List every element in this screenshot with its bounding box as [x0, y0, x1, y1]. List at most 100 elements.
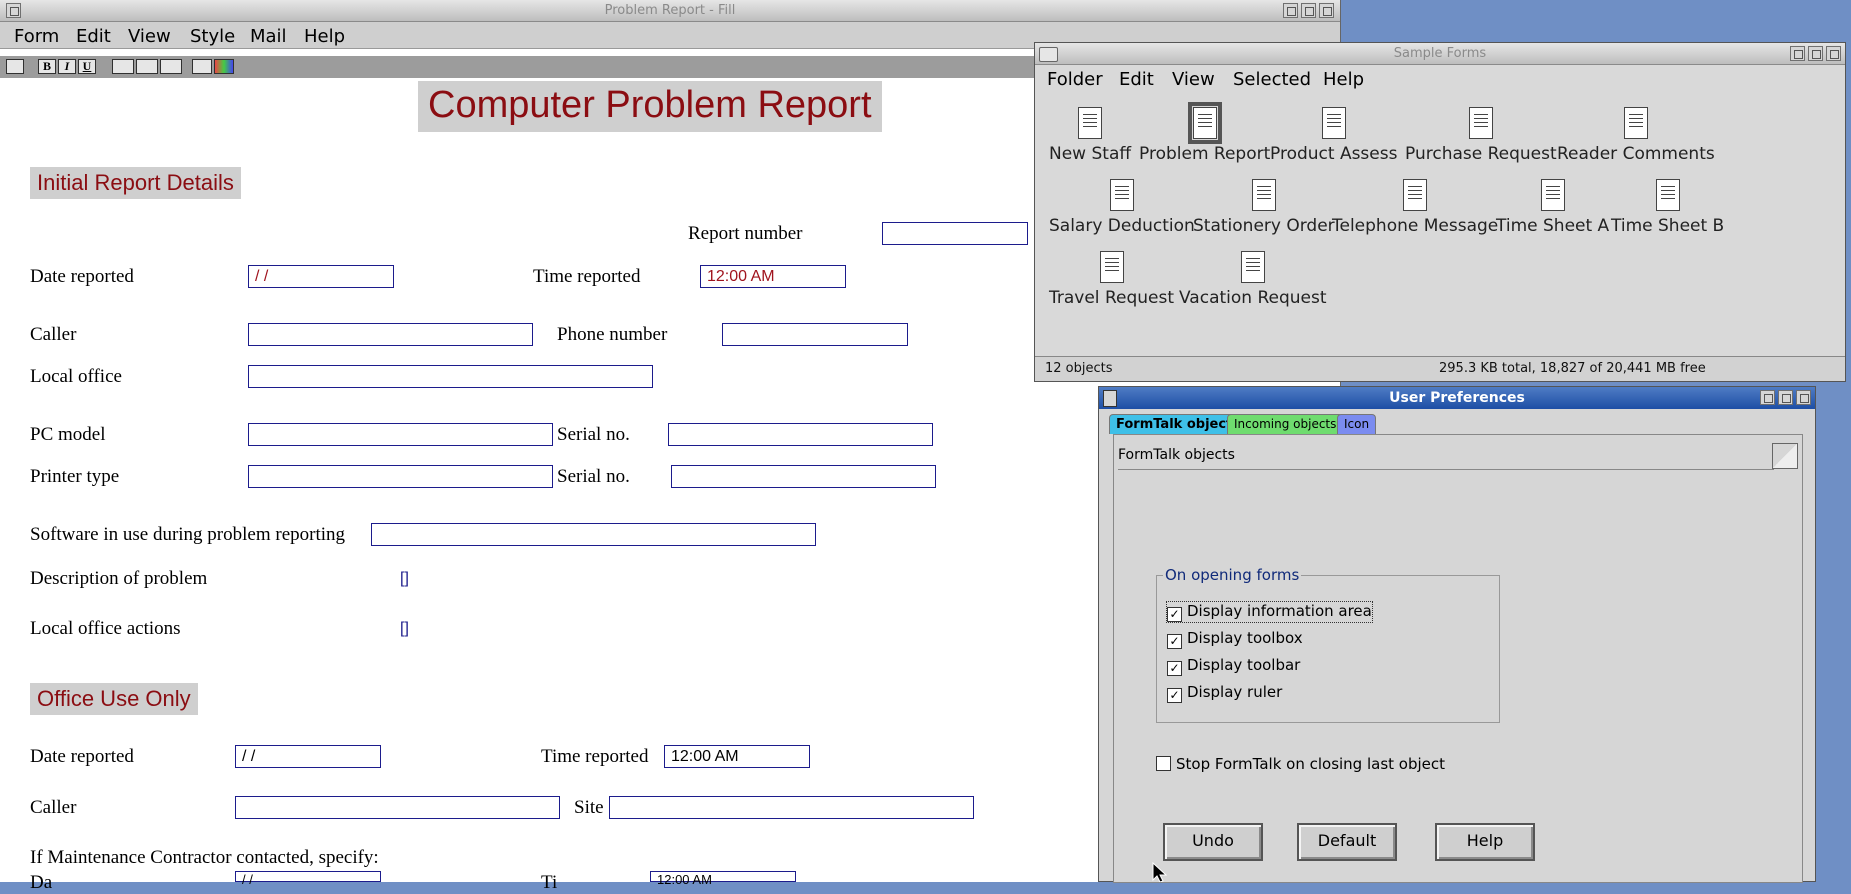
page-corner-icon[interactable]: [1772, 443, 1798, 469]
form-item-stationery-order[interactable]: Stationery Order: [1193, 179, 1335, 236]
form-heading: Computer Problem Report: [418, 81, 882, 132]
item-label: Reader Comments: [1557, 144, 1715, 164]
pc-model-field[interactable]: [248, 423, 553, 446]
prefs-maximize-icon[interactable]: [1796, 390, 1811, 405]
local-actions-memo[interactable]: []: [400, 620, 409, 638]
software-field[interactable]: [371, 523, 816, 546]
stop-formtalk-checkbox[interactable]: Stop FormTalk on closing last object: [1156, 755, 1445, 773]
menu-folder[interactable]: Folder: [1047, 69, 1103, 90]
form-item-salary-deduction[interactable]: Salary Deduction: [1049, 179, 1195, 236]
section-office-use: Office Use Only: [30, 683, 198, 715]
align-center-icon[interactable]: [136, 59, 158, 74]
software-label: Software in use during problem reporting: [30, 524, 346, 545]
font-icon[interactable]: [192, 59, 212, 74]
report-number-field[interactable]: [882, 222, 1028, 245]
minimize-icon[interactable]: [1283, 3, 1298, 18]
report-number-label: Report number: [688, 223, 803, 244]
tab-incoming-objects[interactable]: Incoming objects: [1227, 414, 1344, 434]
site-field[interactable]: [609, 796, 974, 819]
description-memo[interactable]: []: [400, 570, 409, 588]
checkbox-box: ✓: [1167, 688, 1182, 703]
local-office-field[interactable]: [248, 365, 653, 388]
form-item-new-staff[interactable]: New Staff: [1049, 107, 1131, 164]
menu-style[interactable]: Style: [190, 26, 235, 47]
samples-maximize-icon[interactable]: [1826, 46, 1841, 61]
document-icon: [1321, 107, 1346, 139]
samples-restore-icon[interactable]: [1808, 46, 1823, 61]
document-icon: [1403, 179, 1428, 211]
item-label: Vacation Request: [1179, 288, 1327, 308]
display-ruler-checkbox[interactable]: ✓ Display ruler: [1167, 683, 1282, 703]
form-window-titlebar[interactable]: Problem Report - Fill: [0, 0, 1340, 22]
samples-title: Sample Forms: [1393, 46, 1487, 61]
section-initial-report: Initial Report Details: [30, 167, 241, 199]
date-reported-field[interactable]: / /: [248, 265, 394, 288]
maximize-icon[interactable]: [1319, 3, 1334, 18]
display-info-area-checkbox[interactable]: ✓ Display information area: [1166, 601, 1373, 623]
italic-button[interactable]: I: [58, 59, 76, 74]
item-label: Time Sheet B: [1611, 216, 1725, 236]
form-item-purchase-request[interactable]: Purchase Request: [1405, 107, 1557, 164]
menu-selected[interactable]: Selected: [1233, 69, 1311, 90]
document-icon: [1187, 102, 1222, 144]
maint-date-field[interactable]: / /: [235, 871, 381, 887]
checkbox-label: Display ruler: [1187, 683, 1283, 701]
samples-menu-edit[interactable]: Edit: [1119, 69, 1154, 90]
form-item-vacation-request[interactable]: Vacation Request: [1179, 251, 1327, 308]
tab-icon[interactable]: Icon: [1337, 414, 1377, 434]
undo-button[interactable]: Undo: [1163, 823, 1263, 861]
item-label: Stationery Order: [1193, 216, 1335, 236]
printer-serial-label: Serial no.: [557, 466, 630, 487]
samples-menu-help[interactable]: Help: [1323, 69, 1364, 90]
align-right-icon[interactable]: [160, 59, 182, 74]
form-item-time-sheet-a[interactable]: Time Sheet A: [1496, 179, 1609, 236]
office-date-field[interactable]: / /: [235, 745, 381, 768]
align-left-icon[interactable]: [112, 59, 134, 74]
menu-view[interactable]: View: [128, 26, 171, 47]
checkbox-box: ✓: [1167, 634, 1182, 649]
maint-time-field[interactable]: 12:00 AM: [650, 871, 796, 887]
phone-number-field[interactable]: [722, 323, 908, 346]
menu-form[interactable]: Form: [14, 26, 59, 47]
bold-button[interactable]: B: [38, 59, 56, 74]
restore-icon[interactable]: [1301, 3, 1316, 18]
item-label: New Staff: [1049, 144, 1132, 164]
underline-button[interactable]: U: [78, 59, 96, 74]
time-reported-field[interactable]: 12:00 AM: [700, 265, 846, 288]
samples-titlebar[interactable]: Sample Forms: [1035, 43, 1845, 65]
form-item-problem-report[interactable]: Problem Report: [1139, 102, 1271, 164]
user-preferences-window: User Preferences FormTalk objects Incomi…: [1098, 386, 1816, 883]
document-icon: [1109, 179, 1134, 211]
help-button[interactable]: Help: [1435, 823, 1535, 861]
prefs-titlebar[interactable]: User Preferences: [1099, 387, 1815, 409]
form-item-telephone-message[interactable]: Telephone Message: [1332, 179, 1498, 236]
samples-minimize-icon[interactable]: [1790, 46, 1805, 61]
caller-field[interactable]: [248, 323, 533, 346]
pc-serial-field[interactable]: [668, 423, 933, 446]
color-palette-icon[interactable]: [214, 59, 234, 74]
form-item-travel-request[interactable]: Travel Request: [1049, 251, 1174, 308]
form-item-product-assess[interactable]: Product Assess: [1270, 107, 1397, 164]
office-caller-field[interactable]: [235, 796, 560, 819]
printer-type-field[interactable]: [248, 465, 553, 488]
printer-serial-field[interactable]: [671, 465, 936, 488]
form-item-reader-comments[interactable]: Reader Comments: [1557, 107, 1715, 164]
pc-serial-label: Serial no.: [557, 424, 630, 445]
local-actions-label: Local office actions: [30, 618, 181, 639]
office-time-field[interactable]: 12:00 AM: [664, 745, 810, 768]
item-label: Problem Report: [1139, 144, 1271, 164]
prefs-restore-icon[interactable]: [1778, 390, 1793, 405]
info-area-icon[interactable]: [6, 59, 24, 74]
samples-menu-view[interactable]: View: [1172, 69, 1215, 90]
maint-date-label: Da: [30, 872, 53, 893]
display-toolbox-checkbox[interactable]: ✓ Display toolbox: [1167, 629, 1303, 649]
menu-mail[interactable]: Mail: [250, 26, 287, 47]
form-item-time-sheet-b[interactable]: Time Sheet B: [1611, 179, 1724, 236]
default-button[interactable]: Default: [1297, 823, 1397, 861]
prefs-panel: FormTalk objects On opening forms ✓ Displ…: [1113, 434, 1803, 883]
prefs-minimize-icon[interactable]: [1760, 390, 1775, 405]
display-toolbar-checkbox[interactable]: ✓ Display toolbar: [1167, 656, 1300, 676]
object-count: 12 objects: [1045, 361, 1113, 376]
menu-edit[interactable]: Edit: [76, 26, 111, 47]
menu-help[interactable]: Help: [304, 26, 345, 47]
